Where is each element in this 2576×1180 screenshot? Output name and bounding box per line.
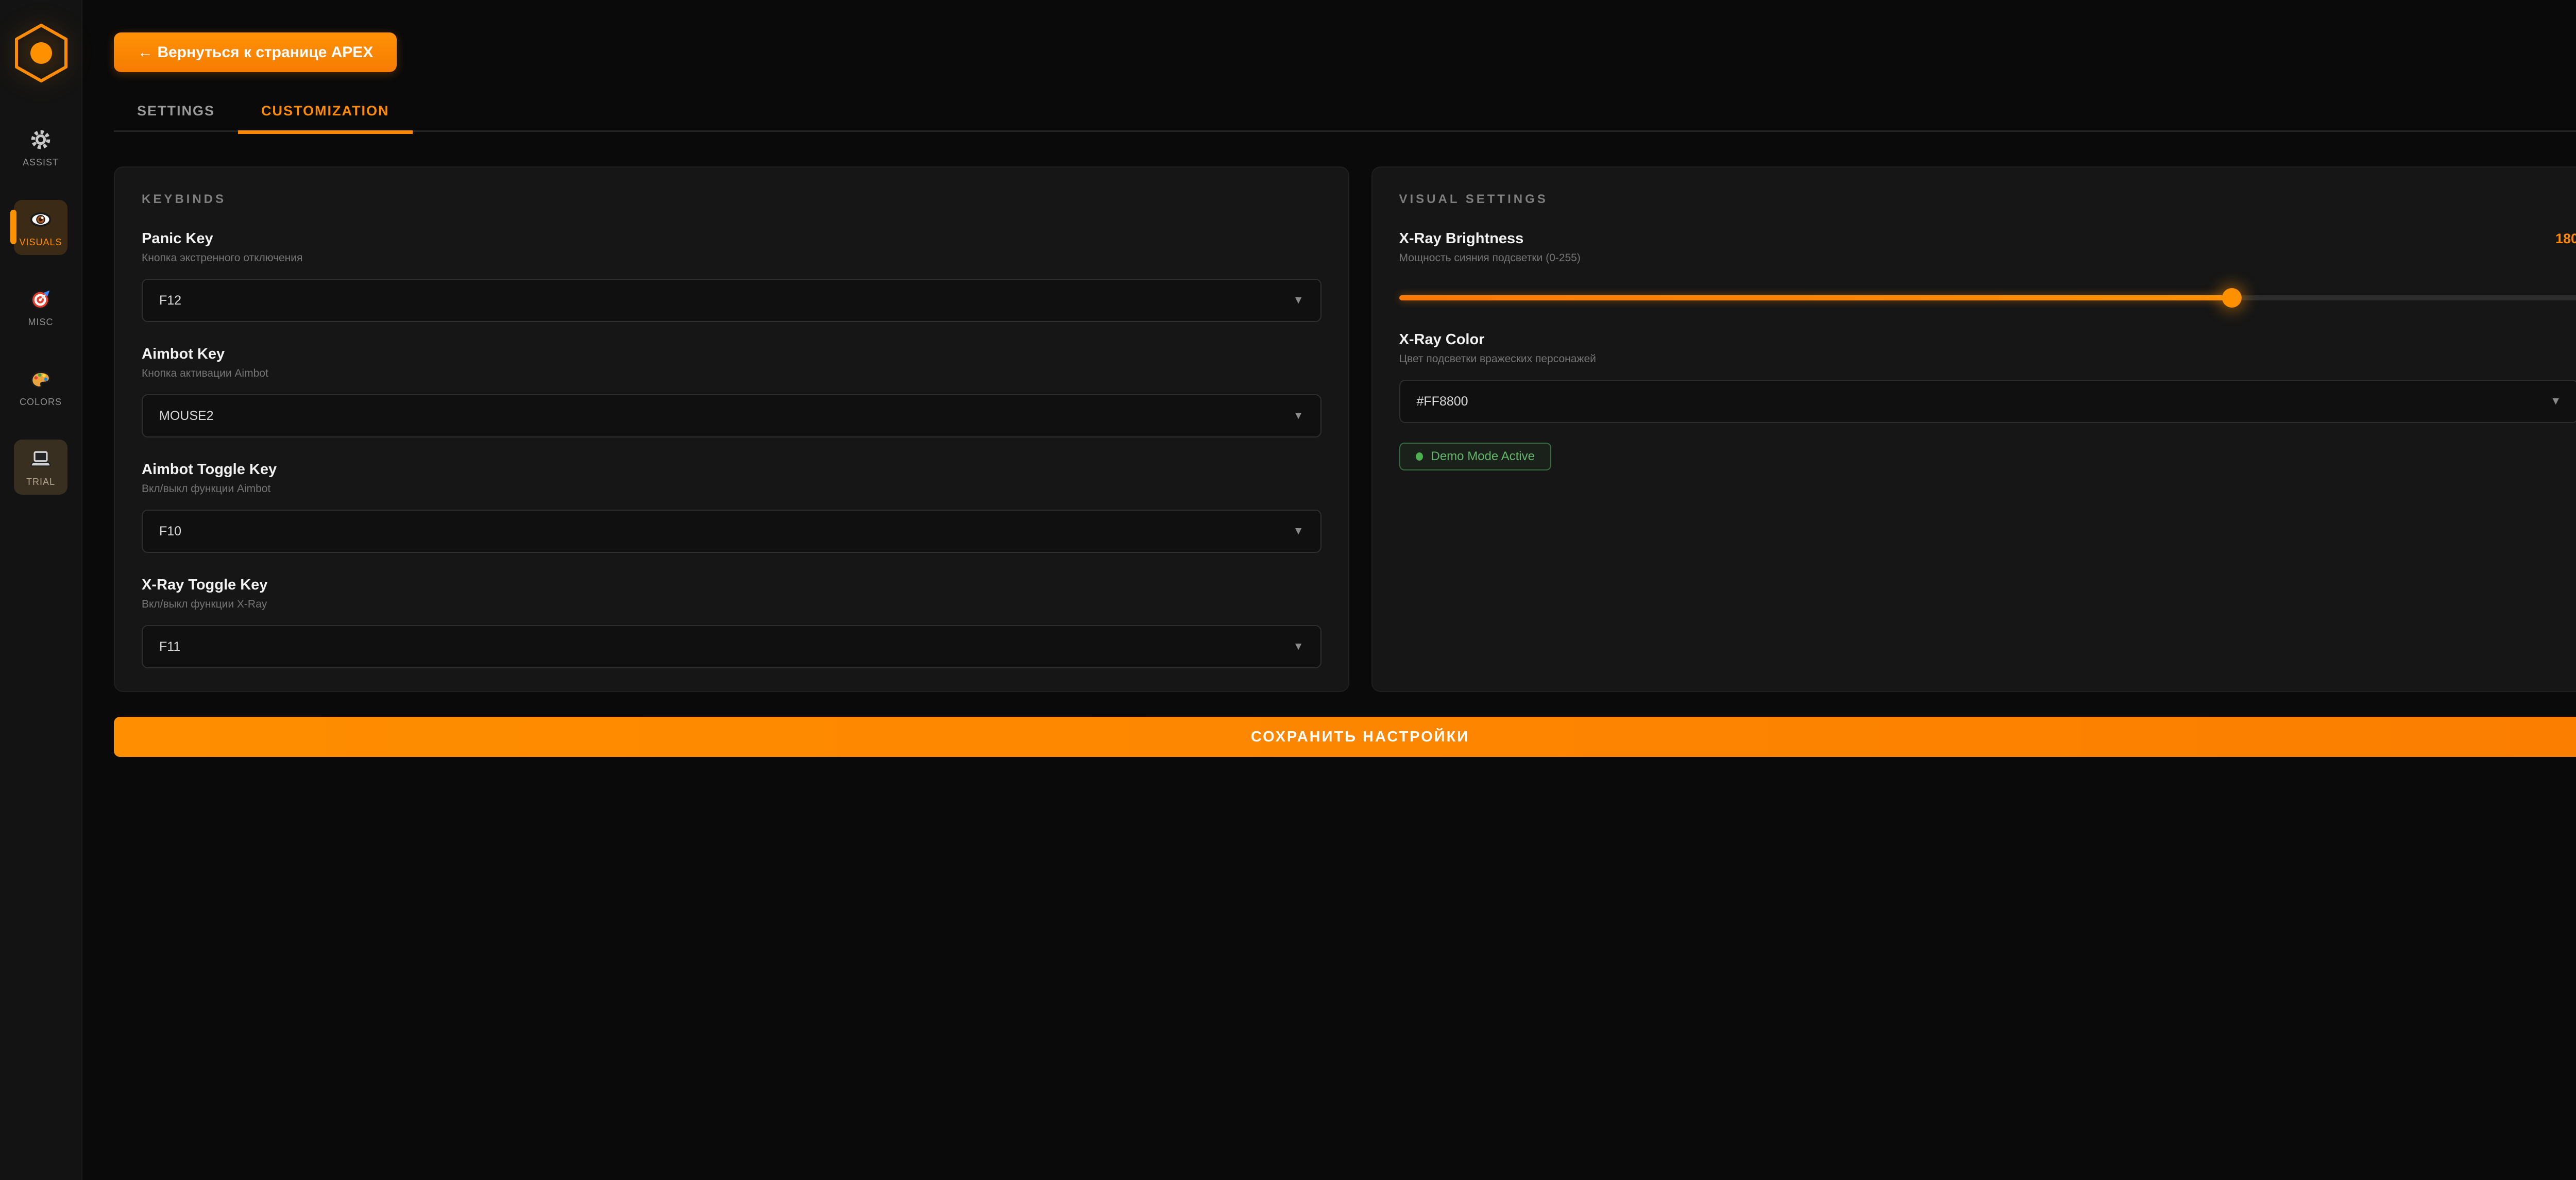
demo-mode-badge-label: Demo Mode Active — [1431, 449, 1535, 464]
xray-brightness-field: X-Ray Brightness 180 Мощность сияния под… — [1399, 230, 2576, 308]
sidebar-item-misc[interactable]: MISC — [14, 280, 67, 335]
sidebar-nav: ASSIST VISUALS — [0, 120, 81, 495]
gear-icon — [29, 128, 52, 151]
field-label: X-Ray Toggle Key — [142, 577, 1321, 594]
chevron-down-icon: ▼ — [1293, 294, 1304, 307]
aimbot-toggle-key-field: Aimbot Toggle Key Вкл/выкл функции Aimbo… — [142, 461, 1321, 553]
aimbot-toggle-key-select[interactable]: F10 ▼ — [142, 510, 1321, 553]
select-value: MOUSE2 — [159, 409, 214, 424]
sidebar-item-trial[interactable]: TRIAL — [14, 440, 67, 495]
sidebar-item-label: VISUALS — [19, 237, 62, 248]
xray-color-select[interactable]: #FF8800 ▼ — [1399, 380, 2576, 423]
sidebar-item-colors[interactable]: COLORS — [14, 360, 67, 415]
hexagon-logo-icon — [13, 22, 70, 84]
field-description: Вкл/выкл функции Aimbot — [142, 483, 1321, 495]
sidebar-item-label: TRIAL — [26, 477, 55, 487]
sidebar: ASSIST VISUALS — [0, 0, 82, 1180]
field-description: Кнопка активации Aimbot — [142, 367, 1321, 380]
field-description: Цвет подсветки вражеских персонажей — [1399, 353, 2576, 365]
tab-customization[interactable]: CUSTOMIZATION — [238, 96, 413, 134]
keybinds-section-title: KEYBINDS — [142, 192, 1321, 207]
target-icon — [29, 288, 52, 311]
sidebar-item-label: ASSIST — [23, 157, 59, 168]
field-description: Вкл/выкл функции X-Ray — [142, 598, 1321, 611]
field-description: Мощность сияния подсветки (0-255) — [1399, 252, 2576, 264]
brightness-value: 180 — [2555, 231, 2576, 247]
field-description: Кнопка экстренного отключения — [142, 252, 1321, 264]
sidebar-item-assist[interactable]: ASSIST — [14, 120, 67, 175]
xray-color-field: X-Ray Color Цвет подсветки вражеских пер… — [1399, 331, 2576, 423]
save-settings-button[interactable]: СОХРАНИТЬ НАСТРОЙКИ — [114, 717, 2576, 757]
field-label: X-Ray Brightness — [1399, 230, 1524, 247]
visual-settings-panel: VISUAL SETTINGS X-Ray Brightness 180 Мощ… — [1371, 166, 2576, 692]
tab-settings[interactable]: SETTINGS — [114, 96, 238, 130]
chevron-down-icon: ▼ — [1293, 525, 1304, 537]
field-label: Aimbot Toggle Key — [142, 461, 1321, 478]
sidebar-item-label: COLORS — [20, 397, 62, 408]
chevron-down-icon: ▼ — [1293, 410, 1304, 422]
slider-thumb[interactable] — [2222, 288, 2242, 308]
back-to-apex-button[interactable]: ← Вернуться к странице APEX — [114, 32, 397, 72]
status-dot-icon — [1416, 452, 1423, 461]
main-content: ← Вернуться к странице APEX SETTINGS CUS… — [83, 0, 2576, 757]
visual-settings-section-title: VISUAL SETTINGS — [1399, 192, 2576, 207]
brightness-slider[interactable] — [1399, 288, 2576, 308]
eye-icon — [29, 208, 52, 231]
select-value: F10 — [159, 524, 181, 539]
field-label: Aimbot Key — [142, 346, 1321, 363]
field-label: Panic Key — [142, 230, 1321, 247]
keybinds-panel: KEYBINDS Panic Key Кнопка экстренного от… — [114, 166, 1349, 692]
palette-icon — [29, 368, 52, 391]
select-value: #FF8800 — [1417, 394, 1468, 409]
xray-toggle-key-field: X-Ray Toggle Key Вкл/выкл функции X-Ray … — [142, 577, 1321, 668]
aimbot-key-field: Aimbot Key Кнопка активации Aimbot MOUSE… — [142, 346, 1321, 437]
panic-key-select[interactable]: F12 ▼ — [142, 279, 1321, 322]
panic-key-field: Panic Key Кнопка экстренного отключения … — [142, 230, 1321, 322]
field-label: X-Ray Color — [1399, 331, 2576, 348]
slider-fill — [1399, 295, 2232, 300]
xray-toggle-key-select[interactable]: F11 ▼ — [142, 625, 1321, 668]
aimbot-key-select[interactable]: MOUSE2 ▼ — [142, 394, 1321, 437]
chevron-down-icon: ▼ — [1293, 640, 1304, 653]
settings-panels: KEYBINDS Panic Key Кнопка экстренного от… — [114, 166, 2576, 692]
demo-mode-badge: Demo Mode Active — [1399, 443, 1551, 470]
app-logo[interactable] — [0, 0, 82, 106]
select-value: F12 — [159, 293, 181, 308]
tab-bar: SETTINGS CUSTOMIZATION — [114, 96, 2576, 132]
chevron-down-icon: ▼ — [2550, 395, 2561, 408]
sidebar-item-visuals[interactable]: VISUALS — [14, 200, 67, 255]
sidebar-item-label: MISC — [28, 317, 54, 328]
select-value: F11 — [159, 639, 180, 654]
laptop-icon — [29, 448, 52, 470]
